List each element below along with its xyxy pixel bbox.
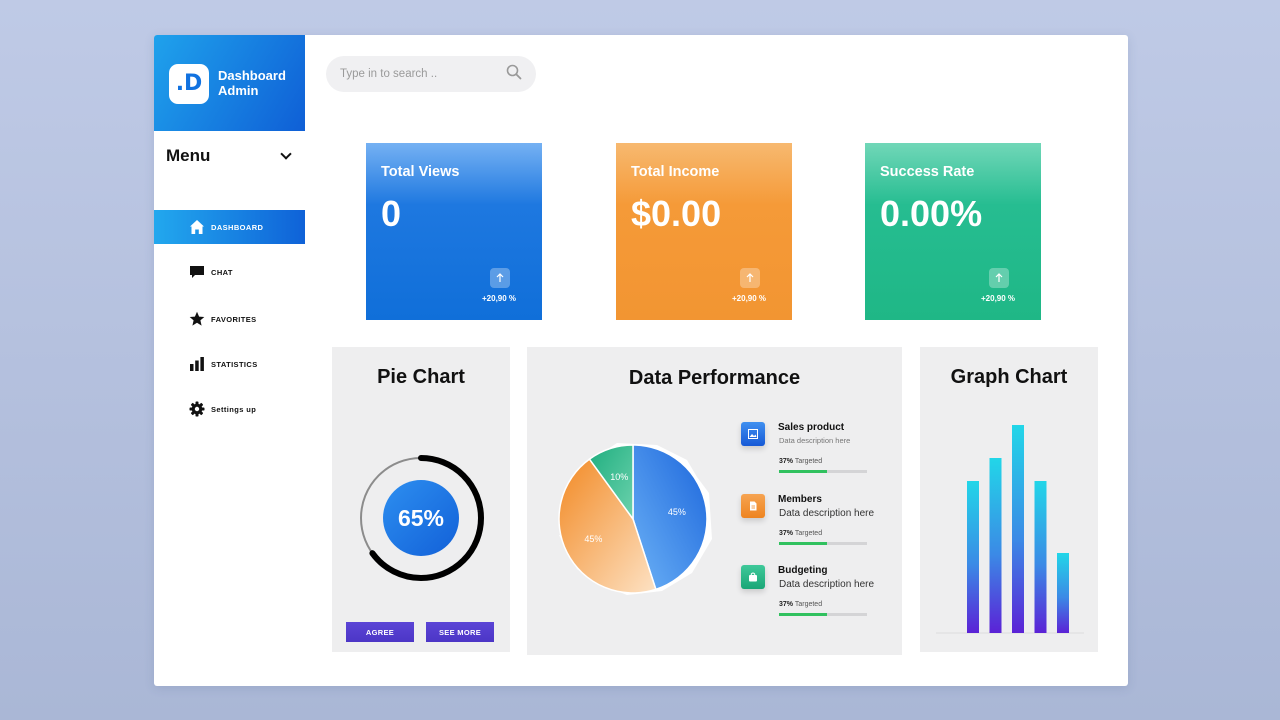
bar[interactable]	[1012, 425, 1024, 633]
card-title: Total Views	[381, 164, 460, 180]
arrow-up-icon[interactable]	[740, 268, 760, 288]
legend-pct: 37%	[779, 458, 794, 465]
menu-header[interactable]: Menu	[166, 146, 292, 166]
pie-slice-label: 45%	[668, 507, 686, 517]
brand-name: Dashboard Admin	[218, 68, 286, 98]
progress-label: 65%	[398, 505, 444, 531]
card-change: +20,90 %	[981, 294, 1016, 303]
data-performance-panel: Data Performance 45% 45% 10% Sales product…	[527, 347, 902, 655]
legend-progress-fill	[779, 613, 828, 616]
legend-meta-label: Targeted	[794, 601, 823, 608]
legend-pct: 37%	[779, 530, 794, 537]
nav-label: CHAT	[211, 267, 233, 277]
legend-title: Members	[778, 494, 822, 505]
legend-meta: 37% Targeted	[779, 601, 822, 608]
legend-meta-label: Targeted	[794, 530, 823, 537]
chevron-down-icon[interactable]	[280, 148, 292, 160]
card-title: Total Income	[631, 164, 720, 180]
search-input[interactable]	[340, 68, 490, 80]
search-icon[interactable]	[506, 64, 522, 85]
arrow-up-icon[interactable]	[989, 268, 1009, 288]
bar[interactable]	[1034, 481, 1047, 633]
pie-slice-label: 10%	[610, 472, 628, 482]
card-title: Success Rate	[880, 164, 975, 180]
search-bar[interactable]	[326, 56, 536, 92]
legend-progress-track	[779, 542, 867, 545]
progress-ring: 65%	[358, 455, 484, 581]
image-icon	[741, 422, 765, 446]
bar-chart	[936, 425, 1084, 634]
legend-title: Budgeting	[778, 565, 828, 576]
agree-button[interactable]: AGREE	[346, 622, 414, 642]
see-more-button[interactable]: SEE MORE	[426, 622, 494, 642]
document-icon	[741, 494, 765, 518]
card-total-views[interactable]: Total Views 0 +20,90 %	[366, 143, 542, 320]
bar[interactable]	[1057, 553, 1069, 633]
legend-progress-fill	[779, 542, 828, 545]
panel-title: Pie Chart	[377, 366, 465, 388]
pie-chart-panel: Pie Chart 65% AGREE SEE MORE	[332, 347, 510, 652]
legend-pct: 37%	[779, 601, 794, 608]
nav-item-statistics[interactable]: STATISTICS	[154, 347, 305, 381]
card-change: +20,90 %	[732, 294, 767, 303]
legend-progress-track	[779, 613, 867, 616]
nav-label: Settings up	[211, 404, 257, 414]
brand-header: .D Dashboard Admin	[154, 35, 305, 131]
pie-chart: 45% 45% 10%	[558, 443, 712, 595]
card-total-income[interactable]: Total Income $0.00 +20,90 %	[616, 143, 792, 320]
nav-item-chat[interactable]: CHAT	[154, 255, 305, 289]
arrow-up-icon[interactable]	[490, 268, 510, 288]
legend-desc: Data description here	[779, 436, 851, 445]
home-icon	[189, 219, 205, 235]
menu-title: Menu	[166, 146, 211, 165]
legend-desc: Data description here	[779, 579, 875, 590]
bar[interactable]	[989, 458, 1002, 633]
nav-label: DASHBOARD	[211, 222, 264, 232]
panel-title: Graph Chart	[950, 366, 1068, 388]
panel-title: Data Performance	[628, 367, 801, 389]
legend-meta: 37% Targeted	[779, 530, 822, 537]
nav-label: STATISTICS	[211, 359, 258, 369]
graph-chart-panel: Graph Chart	[920, 347, 1098, 652]
legend-title: Sales product	[778, 422, 845, 433]
nav-item-settings[interactable]: Settings up	[154, 392, 305, 426]
card-success-rate[interactable]: Success Rate 0.00% +20,90 %	[865, 143, 1041, 320]
nav-item-favorites[interactable]: FAVORITES	[154, 302, 305, 336]
gear-icon	[189, 401, 205, 417]
bag-icon	[741, 565, 765, 589]
pie-slice-label: 45%	[584, 534, 602, 544]
chat-icon	[189, 264, 205, 280]
bar[interactable]	[967, 481, 979, 633]
card-value: $0.00	[631, 193, 722, 234]
legend-desc: Data description here	[779, 508, 875, 519]
dashboard-window: .D Dashboard Admin Menu DASHBOARD CHAT F…	[154, 35, 1128, 686]
card-change: +20,90 %	[482, 294, 517, 303]
legend-meta: 37% Targeted	[779, 458, 822, 465]
bar-chart-icon	[189, 356, 205, 372]
star-icon	[189, 311, 205, 327]
card-value: 0.00%	[880, 193, 983, 234]
card-value: 0	[381, 193, 402, 234]
legend-meta-label: Targeted	[794, 458, 823, 465]
legend-progress-fill	[779, 470, 828, 473]
nav-item-dashboard[interactable]: DASHBOARD	[154, 210, 305, 244]
nav-label: FAVORITES	[211, 314, 257, 324]
brand-logo: .D	[169, 64, 209, 104]
legend-progress-track	[779, 470, 867, 473]
